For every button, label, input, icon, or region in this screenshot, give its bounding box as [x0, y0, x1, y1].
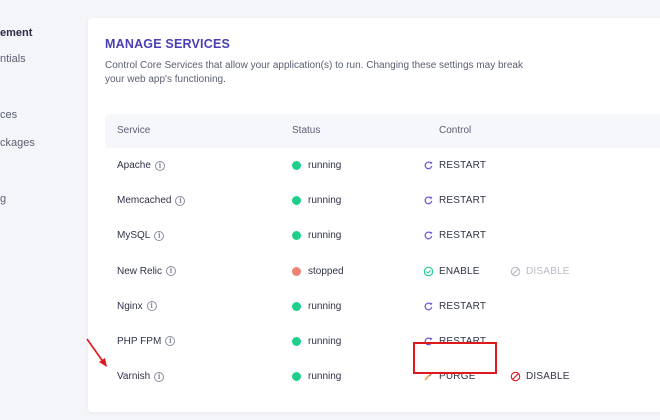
table-row: MySQL i running RESTART — [105, 218, 660, 253]
status-cell: running — [292, 336, 341, 347]
status-text: stopped — [308, 265, 344, 277]
sidebar-item-credentials[interactable]: ntials — [0, 52, 26, 66]
status-dot-icon — [292, 161, 301, 170]
status-cell: running — [292, 230, 341, 241]
restart-button[interactable]: RESTART — [423, 160, 486, 171]
service-name: Varnish — [117, 371, 151, 383]
status-cell: running — [292, 371, 341, 382]
status-text: running — [308, 300, 342, 312]
info-icon[interactable]: i — [175, 195, 186, 206]
table-row: New Relic i stopped ENABLE DISABLE — [105, 254, 660, 289]
header-status: Status — [292, 125, 321, 136]
control-label: RESTART — [439, 160, 487, 171]
status-text: running — [308, 335, 342, 347]
service-cell: PHP FPM i — [117, 335, 176, 347]
status-cell: running — [292, 301, 341, 312]
service-name: MySQL — [117, 230, 151, 242]
control-label: RESTART — [439, 300, 487, 312]
restart-button[interactable]: RESTART — [423, 195, 486, 206]
info-icon[interactable]: i — [166, 266, 177, 277]
restart-icon — [424, 161, 433, 170]
disable-button[interactable]: DISABLE — [510, 371, 570, 382]
status-text: running — [308, 160, 342, 171]
control-label: DISABLE — [526, 371, 570, 383]
status-dot-icon — [292, 336, 301, 346]
info-icon[interactable]: i — [146, 301, 157, 312]
service-cell: New Relic i — [117, 265, 177, 277]
control-label: RESTART — [439, 230, 487, 242]
info-icon[interactable]: i — [154, 160, 165, 171]
section-title: MANAGE SERVICES — [105, 37, 231, 51]
sidebar-item-packages[interactable]: ckages — [0, 136, 35, 150]
annotation-arrow-icon — [86, 338, 107, 367]
table-body: Apache i running RESTART Memcached i running RE… — [105, 148, 660, 394]
service-cell: Nginx i — [117, 301, 157, 312]
service-name: Nginx — [117, 300, 143, 312]
status-dot-icon — [292, 196, 301, 206]
sidebar-item-management[interactable]: ement — [0, 26, 32, 40]
table-row: Apache i running RESTART — [105, 148, 660, 183]
table-row: Memcached i running RESTART — [105, 183, 660, 218]
header-service: Service — [117, 125, 151, 136]
service-cell: Memcached i — [117, 195, 186, 207]
status-text: running — [308, 195, 342, 207]
service-name: Memcached — [117, 195, 172, 207]
service-cell: MySQL i — [117, 230, 165, 242]
status-dot-icon — [292, 301, 301, 311]
restart-icon — [424, 231, 433, 240]
info-icon[interactable]: i — [154, 230, 165, 241]
status-dot-icon — [292, 266, 301, 276]
highlight-box — [413, 342, 497, 374]
service-name: New Relic — [117, 265, 163, 277]
info-icon[interactable]: i — [165, 336, 176, 347]
status-text: running — [308, 230, 342, 242]
manage-services-card: MANAGE SERVICES Control Core Services th… — [88, 18, 660, 412]
status-cell: stopped — [292, 266, 344, 277]
info-icon[interactable]: i — [154, 371, 165, 382]
section-description: Control Core Services that allow your ap… — [105, 60, 523, 85]
enable-button[interactable]: ENABLE — [423, 266, 480, 277]
ban-icon — [510, 371, 521, 382]
table-row: Nginx i running RESTART — [105, 289, 660, 324]
restart-icon — [424, 302, 433, 311]
check-circle-icon — [423, 266, 434, 276]
ban-icon — [510, 266, 521, 276]
table-header: Service Status Control — [105, 114, 660, 148]
status-text: running — [308, 371, 342, 383]
header-control: Control — [439, 125, 472, 136]
status-dot-icon — [292, 231, 301, 241]
restart-icon — [424, 196, 433, 205]
sidebar-item-services[interactable]: ces — [0, 108, 17, 122]
status-dot-icon — [292, 372, 301, 382]
service-name: Apache — [117, 160, 151, 171]
status-cell: running — [292, 160, 341, 171]
control-label: DISABLE — [526, 265, 570, 277]
restart-button[interactable]: RESTART — [423, 230, 486, 241]
services-table: Service Status Control Apache i running RES… — [105, 114, 660, 394]
table-row: Varnish i running PURGE DISABLE — [105, 359, 660, 394]
table-row: PHP FPM i running RESTART — [105, 324, 660, 359]
status-cell: running — [292, 195, 341, 206]
control-label: RESTART — [439, 195, 487, 207]
restart-button[interactable]: RESTART — [423, 301, 486, 312]
disable-button: DISABLE — [510, 266, 570, 277]
sidebar-item-logging[interactable]: g — [0, 192, 6, 206]
service-name: PHP FPM — [117, 335, 162, 347]
service-cell: Varnish i — [117, 371, 165, 383]
service-cell: Apache i — [117, 160, 165, 171]
control-label: ENABLE — [439, 265, 480, 277]
sidebar: ement ntials ces ckages g — [0, 0, 80, 420]
